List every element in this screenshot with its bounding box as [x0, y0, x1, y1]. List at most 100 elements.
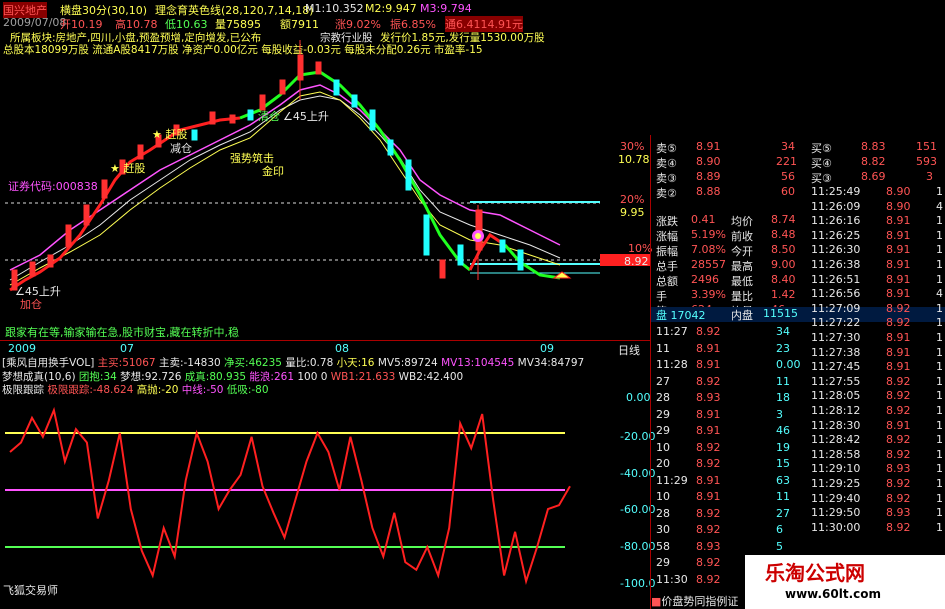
tick-v: 1 [936, 243, 943, 257]
buy5-row[interactable]: 买⑤ 8.83 151 [811, 140, 945, 155]
tick-p: 8.92 [886, 491, 911, 505]
angle-label-top: ∠45上升 [283, 110, 329, 123]
tick-v: 1 [936, 258, 943, 271]
tick-t: 11:27:38 [811, 345, 861, 359]
tick-v: 1 [936, 433, 943, 447]
date-2009: 2009 [8, 342, 36, 355]
tick-p: 8.91 [886, 243, 911, 257]
site-name: 乐淘公式网 [765, 561, 865, 585]
vol-ratio: 量比:0.78 [285, 357, 334, 369]
tick-v: 1 [936, 491, 943, 505]
jinyin-label: 金印 [262, 165, 284, 178]
tick-row-right: 11:27:30 8.91 1 [811, 331, 945, 346]
tick-row-right: 11:26:16 8.91 1 [811, 214, 945, 229]
tick-p: 8.92 [696, 556, 721, 569]
tick-t: 11:26:30 [811, 243, 861, 257]
sell4-label: 卖④ [656, 157, 677, 170]
sell5-vol: 34 [781, 140, 795, 153]
tick-v: 1 [936, 360, 943, 374]
buy3-vol: 3 [926, 170, 933, 183]
tick-v: 1 [936, 316, 943, 330]
dream-wb2: WB2:42.400 [398, 371, 464, 383]
vol-mv5: MV5:89724 [377, 357, 438, 369]
axis-pct-30: 30% [620, 140, 645, 153]
tick-p: 8.92 [886, 477, 911, 490]
tick-row-right: 11:28:05 8.92 1 [811, 389, 945, 404]
tick-p: 8.92 [696, 572, 721, 586]
tick-p: 8.91 [886, 228, 911, 242]
tick-row-right: 11:26:25 8.91 1 [811, 229, 945, 244]
dream-0: 0 [320, 371, 328, 383]
bottom-label: ■价盘势同指例证 [651, 593, 751, 609]
tick-p: 8.92 [886, 301, 911, 315]
period-tab[interactable]: 日线 [618, 342, 640, 358]
sell3-vol: 56 [781, 170, 795, 183]
dream-100: 100 [297, 371, 318, 383]
date-09: 09 [540, 342, 554, 355]
sell3-label: 卖③ [656, 172, 677, 185]
tick-list-right[interactable]: 11:25:49 8.90 1 11:26:09 8.90 4 11:26:16 8.91 1 1… [651, 185, 945, 534]
tick-v: 1 [936, 228, 943, 242]
scrolling-message: 跟家有在等,输家输在急,股市财宝,藏在转折中,稳 [5, 326, 239, 339]
buy4-price: 8.82 [861, 155, 886, 168]
tick-row-right: 11:26:09 8.90 4 [811, 200, 945, 215]
buy5-label: 买⑤ [811, 142, 832, 155]
tick-t: 11:27:22 [811, 316, 861, 330]
axis-pct-10: 10% [628, 242, 653, 255]
kdj-chart [5, 406, 571, 586]
tick-v: 1 [936, 462, 943, 476]
tick-t: 11:29:10 [811, 462, 861, 476]
tick-v: 5 [776, 539, 783, 553]
date-08: 08 [335, 342, 349, 355]
tick-p: 8.90 [886, 199, 911, 213]
vol-indicator-row: [乘风自用换手VOL] 主买:51067 主卖:-14830 净买:46235 … [2, 355, 584, 370]
tick-p: 8.91 [886, 345, 911, 359]
tick-row-right: 11:26:30 8.91 1 [811, 243, 945, 258]
tick-v: 1 [936, 447, 943, 461]
bottom-label-text: 价盘势同指例证 [661, 595, 739, 608]
tick-p: 8.91 [886, 418, 911, 432]
buy4-row[interactable]: 买④ 8.82 593 [811, 155, 945, 170]
vol-buy: 主买:51067 [97, 357, 156, 369]
tick-t: 11:26:16 [811, 214, 861, 228]
tick-v: 1 [936, 418, 943, 432]
tick-t: 11:27:30 [811, 331, 861, 344]
divider [0, 340, 650, 341]
tick-v: 1 [936, 272, 943, 286]
tick-row-right: 11:28:58 8.92 1 [811, 448, 945, 463]
tick-t: 11:28:12 [811, 404, 861, 417]
tick-p: 8.92 [886, 316, 911, 330]
tick-p: 8.93 [696, 539, 721, 553]
tick-v: 1 [936, 374, 943, 388]
tick-p: 8.93 [886, 462, 911, 476]
kline-chart-panel[interactable]: 国兴地产 横盘30分(30,10) 理念育英色线(28,120,7,14,18)… [0, 0, 653, 340]
buy4-label: 买④ [811, 157, 832, 170]
tick-t: 11:26:38 [811, 258, 861, 271]
sell4-vol: 221 [776, 155, 797, 168]
tick-t: 11:30:00 [811, 520, 861, 534]
site-logo: 乐淘公式网 www.60lt.com [745, 555, 945, 609]
date-07: 07 [120, 342, 134, 355]
tick-t: 11:26:51 [811, 272, 861, 286]
security-code: 证券代码:000838 [8, 180, 98, 193]
tick-p: 8.92 [886, 520, 911, 534]
quote-panel: 卖⑤ 8.91 34 卖④ 8.90 221 卖③ 8.89 56 卖② 8.88 60 买⑤ 8… [650, 135, 945, 609]
tick-p: 8.91 [886, 360, 911, 374]
tick-t: 58 [656, 539, 670, 553]
tick-p: 8.91 [886, 258, 911, 271]
tick-t: 11:28:05 [811, 389, 861, 403]
tick-row-right: 11:26:51 8.91 1 [811, 273, 945, 288]
tick-row-right: 11:27:38 8.91 1 [811, 346, 945, 361]
axis-pct-20: 20% [620, 193, 645, 206]
tick-t: 11:28:42 [811, 433, 861, 447]
vol-net: 净买:46235 [224, 357, 282, 369]
tick-v: 1 [936, 214, 943, 228]
tick-t: 11:30 [656, 572, 688, 586]
buy3-label: 买③ [811, 172, 832, 185]
tick-p: 8.91 [886, 331, 911, 344]
tick-t: 11:25:49 [811, 185, 861, 198]
sell4-price: 8.90 [696, 155, 721, 168]
buy3-row[interactable]: 买③ 8.69 3 [811, 170, 945, 185]
tick-v: 1 [936, 345, 943, 359]
kdj-line [9, 406, 571, 586]
